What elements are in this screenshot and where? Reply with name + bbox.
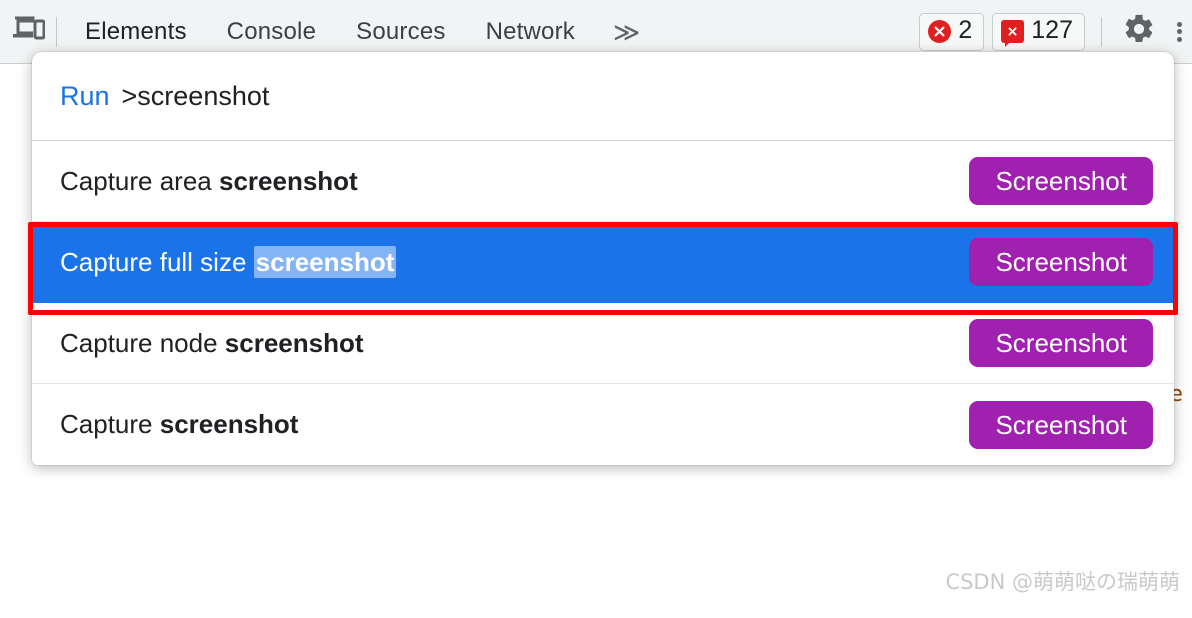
command-item-match: screenshot xyxy=(224,327,364,358)
command-item-prefix: Capture area xyxy=(60,165,219,196)
more-vertical-icon xyxy=(1176,29,1182,34)
toolbar-divider-2 xyxy=(1101,16,1102,47)
command-item-capture-screenshot[interactable]: Capture screenshot Screenshot xyxy=(32,384,1174,465)
command-item-label: Capture full size screenshot xyxy=(60,245,397,278)
error-counter[interactable]: 2 xyxy=(919,12,985,51)
command-item-capture-node-screenshot[interactable]: Capture node screenshot Screenshot xyxy=(32,303,1174,384)
device-toolbar-icon xyxy=(11,15,46,48)
text-caret xyxy=(269,82,270,110)
command-item-prefix: Capture full size xyxy=(60,246,254,277)
issue-counter[interactable]: 127 xyxy=(992,12,1085,51)
command-input-value[interactable]: >screenshot xyxy=(122,81,270,112)
error-circle-icon xyxy=(928,20,952,43)
gear-icon xyxy=(1122,12,1156,51)
command-item-label: Capture area screenshot xyxy=(60,166,358,197)
watermark: CSDN @萌萌哒の瑞萌萌 xyxy=(945,570,1180,594)
command-item-label: Capture screenshot xyxy=(60,409,298,440)
command-item-prefix: Capture node xyxy=(60,327,225,358)
more-vertical-icon xyxy=(1176,36,1182,42)
command-item-match: screenshot xyxy=(253,245,397,278)
screenshot-badge[interactable]: Screenshot xyxy=(969,400,1153,449)
issue-balloon-icon xyxy=(1001,20,1025,47)
command-item-capture-full-size-screenshot[interactable]: Capture full size screenshot Screenshot xyxy=(32,222,1174,303)
toolbar-divider xyxy=(56,16,57,47)
issue-counters: 2 127 xyxy=(919,12,1091,51)
command-item-match: screenshot xyxy=(159,409,299,439)
screenshot-badge[interactable]: Screenshot xyxy=(969,157,1153,205)
command-item-prefix: Capture xyxy=(60,409,160,439)
screenshot-badge[interactable]: Screenshot xyxy=(969,238,1153,286)
command-item-match: screenshot xyxy=(218,165,358,196)
command-palette-input-row[interactable]: Run >screenshot xyxy=(32,52,1174,141)
run-prefix-label: Run xyxy=(60,80,110,111)
command-item-capture-area-screenshot[interactable]: Capture area screenshot Screenshot xyxy=(32,141,1174,222)
error-count: 2 xyxy=(958,16,973,44)
command-results-list: Capture area screenshot Screenshot Captu… xyxy=(32,141,1174,465)
issue-count: 127 xyxy=(1031,16,1073,44)
command-item-label: Capture node screenshot xyxy=(60,328,364,359)
command-palette[interactable]: Run >screenshot Capture area screenshot … xyxy=(32,52,1174,465)
screenshot-badge[interactable]: Screenshot xyxy=(969,319,1153,367)
more-vertical-icon xyxy=(1176,21,1182,27)
